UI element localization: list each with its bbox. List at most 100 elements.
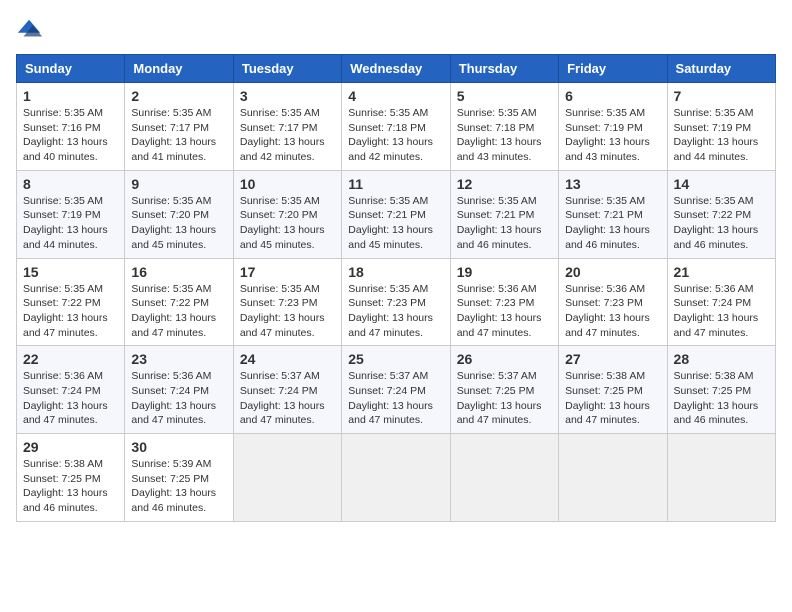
calendar-cell: 1 Sunrise: 5:35 AMSunset: 7:16 PMDaylight… <box>17 83 125 171</box>
calendar-cell: 2 Sunrise: 5:35 AMSunset: 7:17 PMDaylight… <box>125 83 233 171</box>
calendar-cell: 4 Sunrise: 5:35 AMSunset: 7:18 PMDaylight… <box>342 83 450 171</box>
day-info: Sunrise: 5:37 AMSunset: 7:24 PMDaylight:… <box>240 369 335 428</box>
calendar-week-row: 29 Sunrise: 5:38 AMSunset: 7:25 PMDayligh… <box>17 434 776 522</box>
day-number: 6 <box>565 88 660 104</box>
calendar-week-row: 15Sunrise: 5:35 AMSunset: 7:22 PMDayligh… <box>17 258 776 346</box>
calendar-cell: 20 Sunrise: 5:36 AMSunset: 7:23 PMDayligh… <box>559 258 667 346</box>
day-info: Sunrise: 5:35 AMSunset: 7:22 PMDaylight:… <box>674 194 769 253</box>
day-info: Sunrise: 5:35 AMSunset: 7:20 PMDaylight:… <box>131 194 226 253</box>
day-number: 30 <box>131 439 226 455</box>
calendar-cell <box>450 434 558 522</box>
calendar-cell: 14 Sunrise: 5:35 AMSunset: 7:22 PMDayligh… <box>667 170 775 258</box>
day-number: 10 <box>240 176 335 192</box>
calendar-week-row: 22 Sunrise: 5:36 AMSunset: 7:24 PMDayligh… <box>17 346 776 434</box>
column-header-sunday: Sunday <box>17 55 125 83</box>
calendar-table: SundayMondayTuesdayWednesdayThursdayFrid… <box>16 54 776 522</box>
calendar-cell <box>233 434 341 522</box>
day-info: Sunrise: 5:35 AMSunset: 7:21 PMDaylight:… <box>565 194 660 253</box>
day-info: Sunrise: 5:35 AMSunset: 7:17 PMDaylight:… <box>240 106 335 165</box>
calendar-cell: 28 Sunrise: 5:38 AMSunset: 7:25 PMDayligh… <box>667 346 775 434</box>
column-header-tuesday: Tuesday <box>233 55 341 83</box>
day-info: Sunrise: 5:35 AMSunset: 7:16 PMDaylight:… <box>23 106 118 165</box>
day-info: Sunrise: 5:35 AMSunset: 7:21 PMDaylight:… <box>457 194 552 253</box>
column-header-wednesday: Wednesday <box>342 55 450 83</box>
day-info: Sunrise: 5:35 AMSunset: 7:18 PMDaylight:… <box>348 106 443 165</box>
column-header-saturday: Saturday <box>667 55 775 83</box>
day-info: Sunrise: 5:37 AMSunset: 7:25 PMDaylight:… <box>457 369 552 428</box>
day-number: 29 <box>23 439 118 455</box>
column-header-monday: Monday <box>125 55 233 83</box>
day-number: 21 <box>674 264 769 280</box>
day-info: Sunrise: 5:35 AMSunset: 7:22 PMDaylight:… <box>23 282 118 341</box>
day-number: 13 <box>565 176 660 192</box>
day-number: 4 <box>348 88 443 104</box>
day-number: 7 <box>674 88 769 104</box>
day-info: Sunrise: 5:36 AMSunset: 7:24 PMDaylight:… <box>23 369 118 428</box>
day-number: 19 <box>457 264 552 280</box>
day-number: 22 <box>23 351 118 367</box>
calendar-cell: 26 Sunrise: 5:37 AMSunset: 7:25 PMDayligh… <box>450 346 558 434</box>
calendar-cell: 24 Sunrise: 5:37 AMSunset: 7:24 PMDayligh… <box>233 346 341 434</box>
calendar-week-row: 1 Sunrise: 5:35 AMSunset: 7:16 PMDaylight… <box>17 83 776 171</box>
day-number: 18 <box>348 264 443 280</box>
day-number: 3 <box>240 88 335 104</box>
calendar-cell <box>342 434 450 522</box>
calendar-cell: 17 Sunrise: 5:35 AMSunset: 7:23 PMDayligh… <box>233 258 341 346</box>
day-number: 27 <box>565 351 660 367</box>
day-number: 2 <box>131 88 226 104</box>
day-number: 24 <box>240 351 335 367</box>
calendar-cell: 25Sunrise: 5:37 AMSunset: 7:24 PMDayligh… <box>342 346 450 434</box>
day-number: 11 <box>348 176 443 192</box>
day-info: Sunrise: 5:35 AMSunset: 7:19 PMDaylight:… <box>23 194 118 253</box>
day-number: 23 <box>131 351 226 367</box>
day-info: Sunrise: 5:38 AMSunset: 7:25 PMDaylight:… <box>565 369 660 428</box>
day-info: Sunrise: 5:35 AMSunset: 7:18 PMDaylight:… <box>457 106 552 165</box>
calendar-cell: 6 Sunrise: 5:35 AMSunset: 7:19 PMDaylight… <box>559 83 667 171</box>
day-info: Sunrise: 5:39 AMSunset: 7:25 PMDaylight:… <box>131 457 226 516</box>
logo-icon <box>16 16 44 44</box>
calendar-cell: 8 Sunrise: 5:35 AMSunset: 7:19 PMDaylight… <box>17 170 125 258</box>
day-number: 8 <box>23 176 118 192</box>
calendar-week-row: 8 Sunrise: 5:35 AMSunset: 7:19 PMDaylight… <box>17 170 776 258</box>
calendar-cell: 19 Sunrise: 5:36 AMSunset: 7:23 PMDayligh… <box>450 258 558 346</box>
day-info: Sunrise: 5:36 AMSunset: 7:23 PMDaylight:… <box>565 282 660 341</box>
day-number: 20 <box>565 264 660 280</box>
calendar-cell: 11 Sunrise: 5:35 AMSunset: 7:21 PMDayligh… <box>342 170 450 258</box>
calendar-header-row: SundayMondayTuesdayWednesdayThursdayFrid… <box>17 55 776 83</box>
calendar-cell: 15Sunrise: 5:35 AMSunset: 7:22 PMDayligh… <box>17 258 125 346</box>
day-info: Sunrise: 5:38 AMSunset: 7:25 PMDaylight:… <box>674 369 769 428</box>
day-info: Sunrise: 5:35 AMSunset: 7:19 PMDaylight:… <box>565 106 660 165</box>
day-info: Sunrise: 5:35 AMSunset: 7:23 PMDaylight:… <box>240 282 335 341</box>
day-info: Sunrise: 5:38 AMSunset: 7:25 PMDaylight:… <box>23 457 118 516</box>
calendar-cell <box>559 434 667 522</box>
calendar-cell: 7 Sunrise: 5:35 AMSunset: 7:19 PMDaylight… <box>667 83 775 171</box>
calendar-cell: 30 Sunrise: 5:39 AMSunset: 7:25 PMDayligh… <box>125 434 233 522</box>
calendar-cell: 29 Sunrise: 5:38 AMSunset: 7:25 PMDayligh… <box>17 434 125 522</box>
calendar-cell: 22 Sunrise: 5:36 AMSunset: 7:24 PMDayligh… <box>17 346 125 434</box>
day-info: Sunrise: 5:35 AMSunset: 7:19 PMDaylight:… <box>674 106 769 165</box>
column-header-thursday: Thursday <box>450 55 558 83</box>
day-info: Sunrise: 5:35 AMSunset: 7:23 PMDaylight:… <box>348 282 443 341</box>
day-number: 14 <box>674 176 769 192</box>
calendar-cell: 18 Sunrise: 5:35 AMSunset: 7:23 PMDayligh… <box>342 258 450 346</box>
calendar-cell: 10 Sunrise: 5:35 AMSunset: 7:20 PMDayligh… <box>233 170 341 258</box>
day-info: Sunrise: 5:37 AMSunset: 7:24 PMDaylight:… <box>348 369 443 428</box>
day-info: Sunrise: 5:35 AMSunset: 7:20 PMDaylight:… <box>240 194 335 253</box>
day-info: Sunrise: 5:36 AMSunset: 7:23 PMDaylight:… <box>457 282 552 341</box>
day-info: Sunrise: 5:35 AMSunset: 7:17 PMDaylight:… <box>131 106 226 165</box>
day-info: Sunrise: 5:35 AMSunset: 7:21 PMDaylight:… <box>348 194 443 253</box>
page-header <box>16 16 776 44</box>
day-number: 1 <box>23 88 118 104</box>
day-number: 17 <box>240 264 335 280</box>
day-number: 28 <box>674 351 769 367</box>
day-number: 26 <box>457 351 552 367</box>
calendar-cell: 23Sunrise: 5:36 AMSunset: 7:24 PMDayligh… <box>125 346 233 434</box>
calendar-cell: 21Sunrise: 5:36 AMSunset: 7:24 PMDayligh… <box>667 258 775 346</box>
day-number: 5 <box>457 88 552 104</box>
day-info: Sunrise: 5:35 AMSunset: 7:22 PMDaylight:… <box>131 282 226 341</box>
calendar-cell: 5 Sunrise: 5:35 AMSunset: 7:18 PMDaylight… <box>450 83 558 171</box>
day-number: 9 <box>131 176 226 192</box>
logo <box>16 16 48 44</box>
calendar-cell: 12Sunrise: 5:35 AMSunset: 7:21 PMDayligh… <box>450 170 558 258</box>
calendar-cell: 3 Sunrise: 5:35 AMSunset: 7:17 PMDaylight… <box>233 83 341 171</box>
